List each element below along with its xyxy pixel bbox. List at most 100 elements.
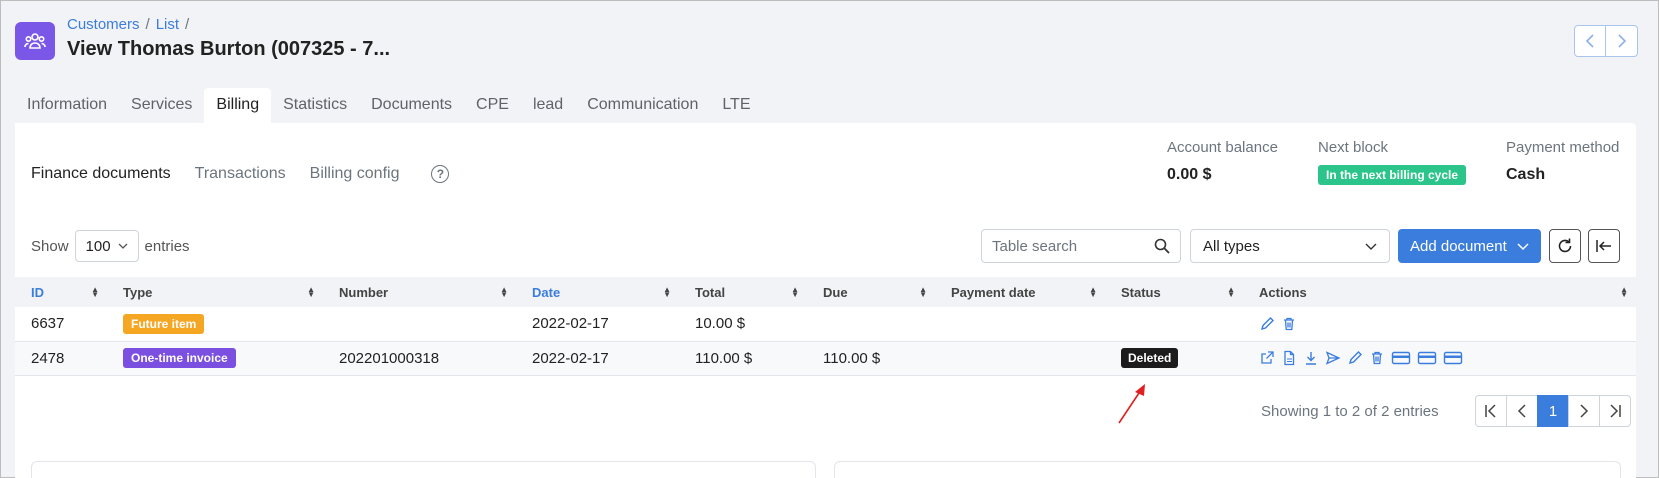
cell-status: Deleted	[1105, 341, 1243, 376]
credit-card-icon[interactable]	[1391, 350, 1411, 366]
breadcrumb-separator: /	[185, 16, 190, 33]
account-balance: Account balance 0.00 $	[1167, 139, 1278, 184]
download-icon[interactable]	[1303, 350, 1319, 366]
first-page-button[interactable]	[1475, 395, 1507, 427]
next-block-label: Next block	[1318, 139, 1389, 156]
tab-documents[interactable]: Documents	[359, 88, 464, 124]
last-page-button[interactable]	[1599, 395, 1631, 427]
next-block: Next block In the next billing cycle	[1318, 139, 1467, 185]
credit-card-icon[interactable]	[1417, 350, 1437, 366]
previous-page-button[interactable]	[1506, 395, 1538, 427]
search-icon	[1154, 238, 1170, 254]
column-header-label: Due	[823, 284, 848, 300]
chevron-down-icon	[1517, 242, 1529, 250]
column-header-label: Status	[1121, 284, 1161, 300]
edit-icon[interactable]	[1347, 350, 1363, 366]
breadcrumb-customers[interactable]: Customers	[67, 16, 140, 33]
send-icon[interactable]	[1325, 350, 1341, 366]
column-header-id[interactable]: ID ▲ ▼	[15, 277, 107, 307]
account-balance-value: 0.00 $	[1167, 166, 1212, 183]
external-link-icon[interactable]	[1259, 350, 1275, 366]
entries-control: Show 100 entries	[31, 230, 190, 262]
payment-method: Payment method Cash	[1506, 139, 1619, 184]
sort-icon: ▲ ▼	[307, 285, 315, 299]
subtab-finance-documents[interactable]: Finance documents	[31, 165, 171, 183]
tab-lead[interactable]: lead	[521, 88, 575, 124]
column-header-type[interactable]: Type ▲ ▼	[107, 277, 323, 307]
collapse-columns-button[interactable]	[1588, 229, 1620, 263]
tab-services[interactable]: Services	[119, 88, 204, 124]
tab-information[interactable]: Information	[15, 88, 119, 124]
edit-icon[interactable]	[1259, 316, 1275, 332]
cell-date: 2022-02-17	[516, 341, 679, 376]
chevrons-right-icon	[1610, 404, 1621, 418]
sort-icon: ▲ ▼	[91, 285, 99, 299]
account-balance-label: Account balance	[1167, 139, 1278, 156]
cell-payment-date	[935, 307, 1105, 342]
pagination-info: Showing 1 to 2 of 2 entries	[1261, 403, 1439, 420]
column-header-date[interactable]: Date ▲ ▼	[516, 277, 679, 307]
column-header-status[interactable]: Status ▲ ▼	[1105, 277, 1243, 307]
column-header-total[interactable]: Total ▲ ▼	[679, 277, 807, 307]
type-filter-select[interactable]: All types	[1190, 229, 1390, 263]
cell-actions	[1243, 341, 1636, 376]
cell-due: 110.00 $	[807, 341, 935, 376]
cell-payment-date	[935, 341, 1105, 376]
column-header-payment-date[interactable]: Payment date ▲ ▼	[935, 277, 1105, 307]
column-header-number[interactable]: Number ▲ ▼	[323, 277, 516, 307]
column-header-due[interactable]: Due ▲ ▼	[807, 277, 935, 307]
sort-icon: ▲ ▼	[1227, 285, 1235, 299]
tab-cpe[interactable]: CPE	[464, 88, 521, 124]
next-page-button[interactable]	[1568, 395, 1600, 427]
subtab-billing-config[interactable]: Billing config	[310, 165, 400, 183]
tab-communication[interactable]: Communication	[575, 88, 710, 124]
add-document-button[interactable]: Add document	[1398, 229, 1541, 263]
breadcrumb-list[interactable]: List	[156, 16, 179, 33]
page-1-button[interactable]: 1	[1537, 395, 1569, 427]
finance-documents-table: ID ▲ ▼ Type ▲ ▼ Number ▲ ▼ Date ▲ ▼ Total ▲ ▼ Due ▲…	[15, 277, 1636, 376]
annotation-arrow-icon	[1118, 384, 1145, 424]
cell-due	[807, 307, 935, 342]
column-header-label: Actions	[1259, 284, 1307, 300]
tab-statistics[interactable]: Statistics	[271, 88, 359, 124]
chevron-left-icon	[1517, 404, 1526, 418]
breadcrumb-separator: /	[145, 16, 150, 33]
tab-lte[interactable]: LTE	[710, 88, 762, 124]
column-header-actions[interactable]: Actions ▲ ▼	[1243, 277, 1636, 307]
credit-card-icon[interactable]	[1443, 350, 1463, 366]
chevron-right-icon	[1580, 404, 1589, 418]
page-title: View Thomas Burton (007325 - 7...	[67, 38, 391, 60]
bottom-panel-right	[834, 461, 1621, 478]
cell-number	[323, 307, 516, 342]
chevron-down-icon	[1365, 243, 1377, 250]
sort-icon: ▲ ▼	[791, 285, 799, 299]
subtab-transactions[interactable]: Transactions	[195, 165, 286, 183]
entries-select[interactable]: 100	[74, 230, 139, 262]
sort-icon: ▲ ▼	[1620, 285, 1628, 299]
tab-billing[interactable]: Billing	[204, 88, 272, 124]
trash-icon[interactable]	[1369, 350, 1385, 366]
cell-actions	[1243, 307, 1636, 342]
entries-select-value: 100	[85, 237, 111, 255]
pdf-file-icon[interactable]	[1281, 350, 1297, 366]
payment-method-value: Cash	[1506, 166, 1546, 183]
show-label: Show	[31, 237, 69, 255]
sort-icon: ▲ ▼	[663, 285, 671, 299]
trash-icon[interactable]	[1281, 316, 1297, 332]
next-block-badge: In the next billing cycle	[1318, 165, 1467, 185]
type-badge-one-time-invoice: One-time invoice	[123, 348, 236, 368]
table-row: 2478 One-time invoice 202201000318 2022-…	[15, 341, 1636, 376]
next-record-button[interactable]	[1606, 25, 1638, 57]
table-row: 6637 Future item 2022-02-17 10.00 $	[15, 307, 1636, 342]
previous-record-button[interactable]	[1574, 25, 1606, 57]
table-search-input[interactable]: Table search	[981, 229, 1181, 263]
add-document-label: Add document	[1410, 237, 1507, 255]
sort-icon: ▲ ▼	[500, 285, 508, 299]
chevron-left-icon	[1585, 34, 1594, 48]
cell-id: 6637	[15, 307, 107, 342]
table-header-row: ID ▲ ▼ Type ▲ ▼ Number ▲ ▼ Date ▲ ▼ Total ▲ ▼ Due ▲…	[15, 277, 1636, 307]
chevron-right-icon	[1617, 34, 1626, 48]
customers-app-icon	[15, 22, 55, 60]
help-icon[interactable]: ?	[431, 165, 450, 183]
refresh-button[interactable]	[1549, 229, 1581, 263]
